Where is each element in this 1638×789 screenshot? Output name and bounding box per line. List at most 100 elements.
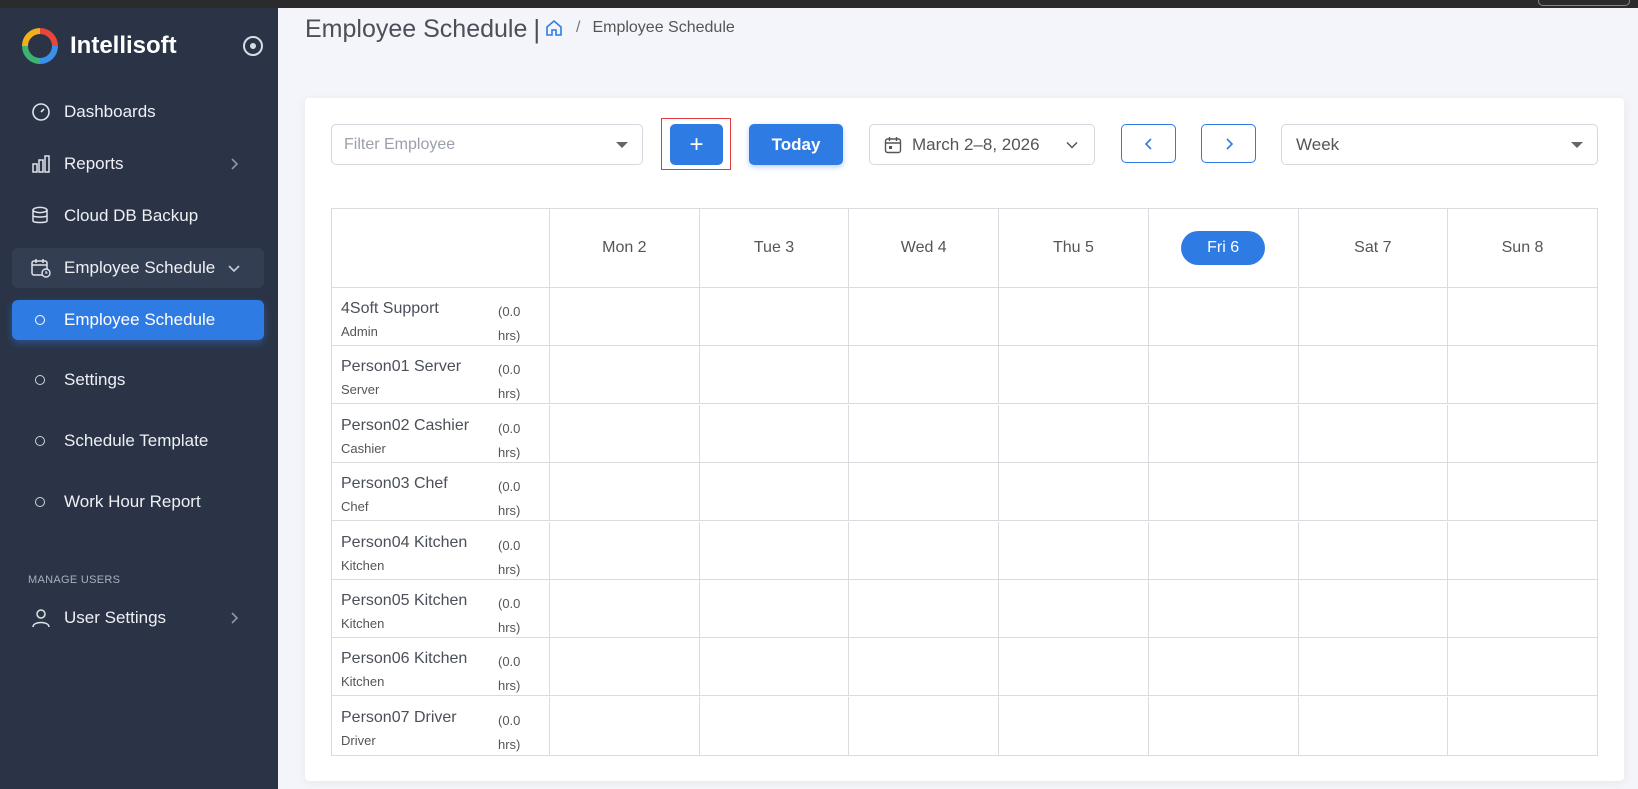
schedule-cell[interactable]: [1297, 580, 1448, 638]
schedule-cell[interactable]: [1447, 521, 1597, 580]
schedule-cell[interactable]: [848, 580, 998, 638]
sidebar-pin-icon[interactable]: [243, 36, 263, 56]
day-header[interactable]: Mon 2: [549, 209, 699, 288]
schedule-cell[interactable]: [698, 521, 849, 580]
day-header[interactable]: Sat 7: [1297, 209, 1448, 288]
schedule-cell[interactable]: [848, 696, 998, 755]
calendar-clock-icon: [31, 259, 51, 278]
schedule-cell[interactable]: [698, 463, 849, 522]
sidebar-subitem-settings[interactable]: Settings: [12, 360, 264, 400]
employee-row: Person02 Cashier Cashier (0.0 hrs): [332, 404, 1597, 463]
sidebar-item-employee-schedule-group[interactable]: Employee Schedule: [12, 248, 264, 288]
employee-name: Person01 Server: [341, 358, 462, 376]
schedule-cell[interactable]: [1447, 580, 1597, 638]
schedule-cell[interactable]: [1297, 404, 1448, 463]
schedule-cell[interactable]: [698, 696, 849, 755]
sidebar-item-dashboards[interactable]: Dashboards: [12, 92, 264, 132]
brand[interactable]: Intellisoft: [22, 26, 177, 66]
day-header[interactable]: Fri 6: [1147, 209, 1298, 288]
schedule-cell[interactable]: [698, 580, 849, 638]
schedule-cell[interactable]: [549, 696, 699, 755]
schedule-cell[interactable]: [848, 521, 998, 580]
schedule-cell[interactable]: [1447, 288, 1597, 346]
add-shift-button[interactable]: +: [670, 124, 723, 165]
employee-hours: (0.0 hrs): [498, 709, 532, 757]
prev-week-button[interactable]: [1121, 124, 1176, 163]
sidebar-item-cloud-db-backup[interactable]: Cloud DB Backup: [12, 196, 264, 236]
schedule-cell[interactable]: [549, 638, 699, 697]
schedule-cell[interactable]: [998, 580, 1148, 638]
schedule-cell[interactable]: [549, 346, 699, 405]
schedule-cell[interactable]: [698, 288, 849, 346]
employee-name: Person04 Kitchen: [341, 533, 468, 551]
schedule-cell[interactable]: [848, 638, 998, 697]
date-range-picker[interactable]: March 2–8, 2026: [869, 124, 1095, 165]
employee-hours-value: (0.0: [498, 362, 521, 378]
sidebar-item-user-settings[interactable]: User Settings: [12, 598, 264, 638]
employee-row: Person03 Chef Chef (0.0 hrs): [332, 463, 1597, 523]
schedule-cell[interactable]: [998, 346, 1148, 405]
schedule-cell[interactable]: [1147, 638, 1298, 697]
schedule-cell[interactable]: [998, 288, 1148, 346]
schedule-cell[interactable]: [998, 463, 1148, 522]
schedule-cell[interactable]: [998, 696, 1148, 755]
schedule-cell[interactable]: [1147, 288, 1298, 346]
schedule-cell[interactable]: [549, 404, 699, 463]
day-header[interactable]: Tue 3: [698, 209, 849, 288]
schedule-cell[interactable]: [1297, 696, 1448, 755]
schedule-cell[interactable]: [1447, 404, 1597, 463]
schedule-cell[interactable]: [1147, 521, 1298, 580]
schedule-cell[interactable]: [998, 404, 1148, 463]
sidebar-subitem-label: Employee Schedule: [64, 310, 216, 329]
employee-hours: (0.0 hrs): [498, 475, 532, 523]
schedule-cell[interactable]: [1147, 580, 1298, 638]
next-week-button[interactable]: [1201, 124, 1256, 163]
schedule-cell[interactable]: [549, 288, 699, 346]
schedule-cell[interactable]: [998, 521, 1148, 580]
filter-employee-select[interactable]: Filter Employee: [331, 124, 643, 165]
schedule-cell[interactable]: [1297, 288, 1448, 346]
user-icon: [32, 609, 50, 628]
day-header[interactable]: Wed 4: [848, 209, 999, 288]
schedule-cell[interactable]: [1297, 463, 1448, 522]
chevron-right-icon: [231, 612, 239, 624]
employee-hours-unit: hrs): [498, 503, 521, 519]
schedule-cell[interactable]: [549, 580, 699, 638]
schedule-cell[interactable]: [698, 404, 849, 463]
today-button[interactable]: Today: [749, 124, 843, 165]
schedule-cell[interactable]: [1447, 463, 1597, 522]
employee-hours: (0.0 hrs): [498, 650, 532, 698]
schedule-cell[interactable]: [549, 463, 699, 522]
schedule-cell[interactable]: [998, 638, 1148, 697]
day-header[interactable]: Sun 8: [1447, 209, 1597, 288]
schedule-cell[interactable]: [1147, 404, 1298, 463]
schedule-cell[interactable]: [1297, 346, 1448, 405]
schedule-cell[interactable]: [1147, 346, 1298, 405]
schedule-cell[interactable]: [848, 404, 998, 463]
employee-hours: (0.0 hrs): [498, 592, 532, 640]
sidebar-subitem-schedule-template[interactable]: Schedule Template: [12, 421, 264, 461]
schedule-cell[interactable]: [848, 288, 998, 346]
schedule-cell[interactable]: [1297, 638, 1448, 697]
schedule-cell[interactable]: [848, 346, 998, 405]
sidebar-subitem-employee-schedule[interactable]: Employee Schedule: [12, 300, 264, 340]
schedule-cell[interactable]: [1447, 638, 1597, 697]
view-mode-select[interactable]: Week: [1281, 124, 1598, 165]
sidebar-item-reports[interactable]: Reports: [12, 144, 264, 184]
schedule-cell[interactable]: [698, 638, 849, 697]
schedule-cell[interactable]: [848, 463, 998, 522]
sidebar-subitem-work-hour-report[interactable]: Work Hour Report: [12, 482, 264, 522]
schedule-cell[interactable]: [1447, 346, 1597, 405]
employee-hours: (0.0 hrs): [498, 300, 532, 348]
schedule-cell[interactable]: [1147, 463, 1298, 522]
schedule-cell[interactable]: [1447, 696, 1597, 755]
day-header[interactable]: Thu 5: [998, 209, 1148, 288]
schedule-cell[interactable]: [698, 346, 849, 405]
schedule-cell[interactable]: [549, 521, 699, 580]
employee-hours-value: (0.0: [498, 654, 521, 670]
schedule-cell[interactable]: [1147, 696, 1298, 755]
date-range-label: March 2–8, 2026: [912, 134, 1040, 154]
caret-down-icon: [616, 142, 628, 148]
home-icon[interactable]: [544, 18, 564, 38]
schedule-cell[interactable]: [1297, 521, 1448, 580]
